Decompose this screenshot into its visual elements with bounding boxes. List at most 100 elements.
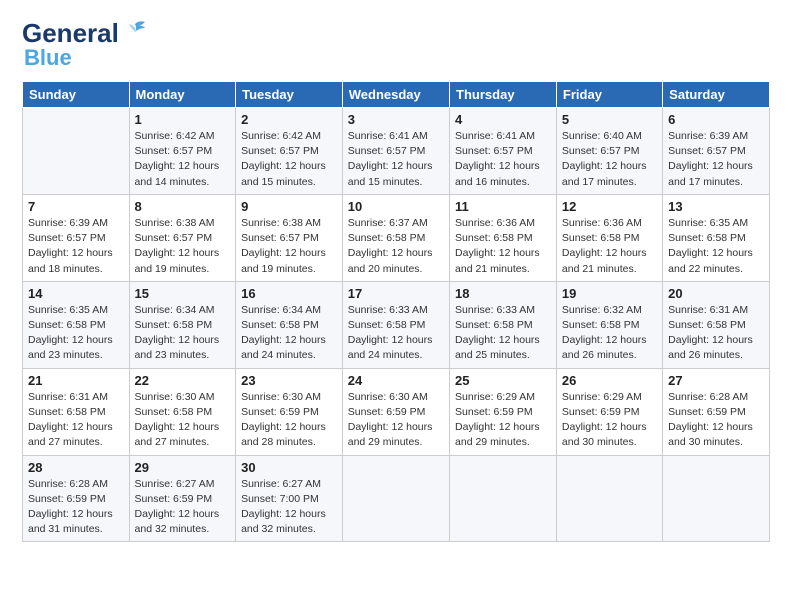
day-number: 29 (135, 460, 231, 475)
day-info: Sunrise: 6:41 AM Sunset: 6:57 PM Dayligh… (348, 129, 444, 190)
day-number: 1 (135, 112, 231, 127)
calendar-cell: 10 Sunrise: 6:37 AM Sunset: 6:58 PM Dayli… (342, 194, 449, 281)
calendar-table: SundayMondayTuesdayWednesdayThursdayFrid… (22, 81, 770, 542)
calendar-cell: 29 Sunrise: 6:27 AM Sunset: 6:59 PM Dayli… (129, 455, 236, 542)
calendar-cell: 23 Sunrise: 6:30 AM Sunset: 6:59 PM Dayli… (236, 368, 343, 455)
page: General Blue SundayMondayTuesdayWednesda… (0, 0, 792, 612)
day-info: Sunrise: 6:36 AM Sunset: 6:58 PM Dayligh… (455, 216, 551, 277)
day-info: Sunrise: 6:37 AM Sunset: 6:58 PM Dayligh… (348, 216, 444, 277)
calendar-cell: 13 Sunrise: 6:35 AM Sunset: 6:58 PM Dayli… (663, 194, 770, 281)
day-number: 8 (135, 199, 231, 214)
day-number: 19 (562, 286, 657, 301)
day-number: 26 (562, 373, 657, 388)
weekday-header: Sunday (23, 82, 130, 108)
day-number: 25 (455, 373, 551, 388)
day-info: Sunrise: 6:38 AM Sunset: 6:57 PM Dayligh… (241, 216, 337, 277)
day-number: 28 (28, 460, 124, 475)
day-info: Sunrise: 6:40 AM Sunset: 6:57 PM Dayligh… (562, 129, 657, 190)
calendar-week-row: 21Sunrise: 6:31 AM Sunset: 6:58 PM Dayli… (23, 368, 770, 455)
weekday-header: Monday (129, 82, 236, 108)
day-info: Sunrise: 6:36 AM Sunset: 6:58 PM Dayligh… (562, 216, 657, 277)
day-info: Sunrise: 6:28 AM Sunset: 6:59 PM Dayligh… (28, 477, 124, 538)
calendar-cell: 5 Sunrise: 6:40 AM Sunset: 6:57 PM Daylig… (556, 108, 662, 195)
calendar-cell: 15 Sunrise: 6:34 AM Sunset: 6:58 PM Dayli… (129, 281, 236, 368)
calendar-cell: 2Sunrise: 6:42 AM Sunset: 6:57 PM Daylig… (236, 108, 343, 195)
calendar-cell: 28 Sunrise: 6:28 AM Sunset: 6:59 PM Dayli… (23, 455, 130, 542)
day-info: Sunrise: 6:29 AM Sunset: 6:59 PM Dayligh… (562, 390, 657, 451)
day-number: 13 (668, 199, 764, 214)
calendar-cell: 19 Sunrise: 6:32 AM Sunset: 6:58 PM Dayli… (556, 281, 662, 368)
calendar-cell: 21Sunrise: 6:31 AM Sunset: 6:58 PM Dayli… (23, 368, 130, 455)
day-info: Sunrise: 6:33 AM Sunset: 6:58 PM Dayligh… (455, 303, 551, 364)
day-info: Sunrise: 6:35 AM Sunset: 6:58 PM Dayligh… (668, 216, 764, 277)
day-info: Sunrise: 6:27 AM Sunset: 6:59 PM Dayligh… (135, 477, 231, 538)
calendar-body: 1 Sunrise: 6:42 AM Sunset: 6:57 PM Daylig… (23, 108, 770, 542)
calendar-cell: 27 Sunrise: 6:28 AM Sunset: 6:59 PM Dayli… (663, 368, 770, 455)
day-number: 9 (241, 199, 337, 214)
day-number: 30 (241, 460, 337, 475)
day-number: 24 (348, 373, 444, 388)
calendar-cell: 17Sunrise: 6:33 AM Sunset: 6:58 PM Dayli… (342, 281, 449, 368)
calendar-week-row: 14 Sunrise: 6:35 AM Sunset: 6:58 PM Dayli… (23, 281, 770, 368)
day-number: 22 (135, 373, 231, 388)
day-number: 3 (348, 112, 444, 127)
calendar-cell: 8 Sunrise: 6:38 AM Sunset: 6:57 PM Daylig… (129, 194, 236, 281)
day-number: 23 (241, 373, 337, 388)
day-info: Sunrise: 6:34 AM Sunset: 6:58 PM Dayligh… (135, 303, 231, 364)
day-info: Sunrise: 6:30 AM Sunset: 6:59 PM Dayligh… (241, 390, 337, 451)
header: General Blue (22, 18, 770, 71)
calendar-cell (342, 455, 449, 542)
day-number: 11 (455, 199, 551, 214)
logo-bird-icon (121, 18, 149, 46)
calendar-cell: 3 Sunrise: 6:41 AM Sunset: 6:57 PM Daylig… (342, 108, 449, 195)
day-info: Sunrise: 6:28 AM Sunset: 6:59 PM Dayligh… (668, 390, 764, 451)
calendar-cell: 6Sunrise: 6:39 AM Sunset: 6:57 PM Daylig… (663, 108, 770, 195)
day-number: 10 (348, 199, 444, 214)
calendar-cell (450, 455, 557, 542)
calendar-cell (663, 455, 770, 542)
calendar-cell: 26 Sunrise: 6:29 AM Sunset: 6:59 PM Dayli… (556, 368, 662, 455)
day-number: 6 (668, 112, 764, 127)
day-number: 12 (562, 199, 657, 214)
calendar-cell: 1Sunrise: 6:42 AM Sunset: 6:57 PM Daylig… (129, 108, 236, 195)
logo: General Blue (22, 18, 149, 71)
day-info: Sunrise: 6:35 AM Sunset: 6:58 PM Dayligh… (28, 303, 124, 364)
calendar-cell: 30 Sunrise: 6:27 AM Sunset: 7:00 PM Dayli… (236, 455, 343, 542)
weekday-header: Saturday (663, 82, 770, 108)
day-info: Sunrise: 6:41 AM Sunset: 6:57 PM Dayligh… (455, 129, 551, 190)
calendar-cell: 7 Sunrise: 6:39 AM Sunset: 6:57 PM Daylig… (23, 194, 130, 281)
day-info: Sunrise: 6:27 AM Sunset: 7:00 PM Dayligh… (241, 477, 337, 538)
calendar-cell: 12 Sunrise: 6:36 AM Sunset: 6:58 PM Dayli… (556, 194, 662, 281)
day-info: Sunrise: 6:38 AM Sunset: 6:57 PM Dayligh… (135, 216, 231, 277)
day-number: 4 (455, 112, 551, 127)
weekday-header: Wednesday (342, 82, 449, 108)
day-number: 7 (28, 199, 124, 214)
day-info: Sunrise: 6:32 AM Sunset: 6:58 PM Dayligh… (562, 303, 657, 364)
weekday-header: Tuesday (236, 82, 343, 108)
day-info: Sunrise: 6:31 AM Sunset: 6:58 PM Dayligh… (668, 303, 764, 364)
calendar-cell (556, 455, 662, 542)
day-info: Sunrise: 6:30 AM Sunset: 6:58 PM Dayligh… (135, 390, 231, 451)
day-number: 21 (28, 373, 124, 388)
day-number: 15 (135, 286, 231, 301)
calendar-week-row: 28 Sunrise: 6:28 AM Sunset: 6:59 PM Dayli… (23, 455, 770, 542)
day-info: Sunrise: 6:34 AM Sunset: 6:58 PM Dayligh… (241, 303, 337, 364)
calendar-cell: 4 Sunrise: 6:41 AM Sunset: 6:57 PM Daylig… (450, 108, 557, 195)
day-number: 17 (348, 286, 444, 301)
day-number: 14 (28, 286, 124, 301)
day-number: 20 (668, 286, 764, 301)
day-number: 18 (455, 286, 551, 301)
calendar-week-row: 7 Sunrise: 6:39 AM Sunset: 6:57 PM Daylig… (23, 194, 770, 281)
day-info: Sunrise: 6:42 AM Sunset: 6:57 PM Dayligh… (241, 129, 337, 190)
day-info: Sunrise: 6:30 AM Sunset: 6:59 PM Dayligh… (348, 390, 444, 451)
weekday-header: Friday (556, 82, 662, 108)
calendar-cell: 25Sunrise: 6:29 AM Sunset: 6:59 PM Dayli… (450, 368, 557, 455)
calendar-cell: 24 Sunrise: 6:30 AM Sunset: 6:59 PM Dayli… (342, 368, 449, 455)
day-number: 27 (668, 373, 764, 388)
calendar-cell (23, 108, 130, 195)
day-info: Sunrise: 6:39 AM Sunset: 6:57 PM Dayligh… (28, 216, 124, 277)
calendar-cell: 20 Sunrise: 6:31 AM Sunset: 6:58 PM Dayli… (663, 281, 770, 368)
day-number: 5 (562, 112, 657, 127)
calendar-cell: 16Sunrise: 6:34 AM Sunset: 6:58 PM Dayli… (236, 281, 343, 368)
calendar-header: SundayMondayTuesdayWednesdayThursdayFrid… (23, 82, 770, 108)
